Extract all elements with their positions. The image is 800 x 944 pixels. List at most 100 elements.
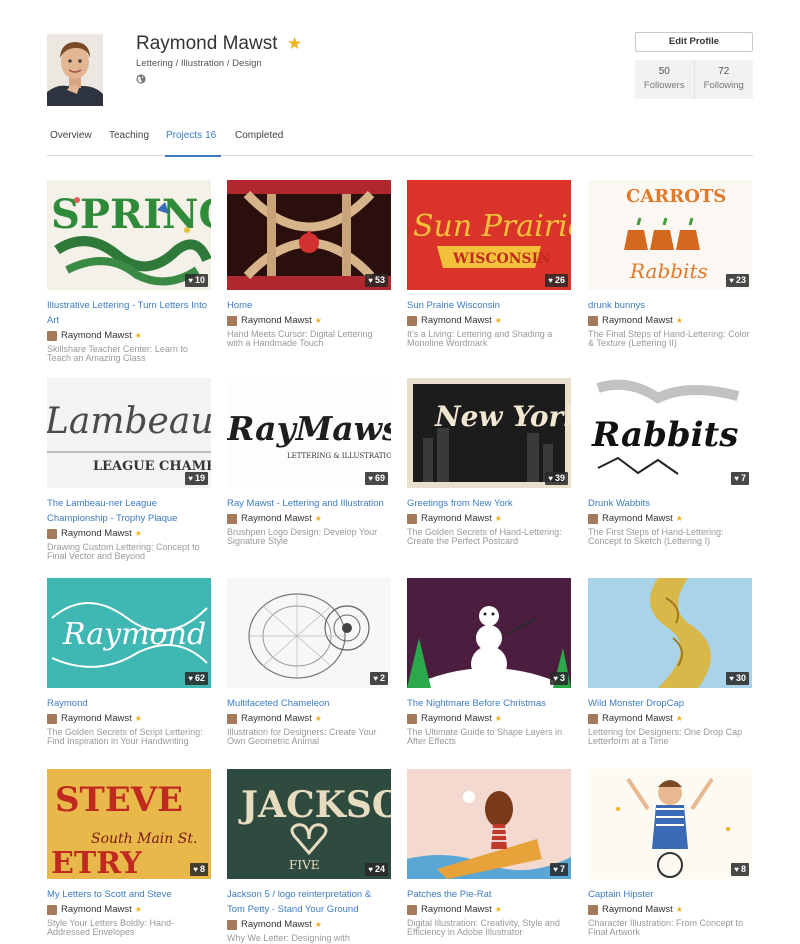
project-card[interactable]: JACKSON FIVE ♥24 Jackson 5 / logo reinte… bbox=[227, 769, 391, 943]
project-thumbnail[interactable]: New York ♥ 39 bbox=[407, 378, 571, 488]
project-title[interactable]: Patches the Pie-Rat bbox=[407, 887, 571, 902]
tab-overview[interactable]: Overview bbox=[50, 130, 92, 141]
like-count-badge[interactable]: ♥ 2 bbox=[370, 672, 388, 685]
project-card[interactable]: RayMawst LETTERING & ILLUSTRATION ♥69 Ra… bbox=[227, 378, 391, 546]
like-count-badge[interactable]: ♥ 10 bbox=[185, 274, 208, 287]
project-thumbnail[interactable]: ♥ 53 bbox=[227, 180, 391, 290]
project-card[interactable]: ♥ 8 Captain Hipster Raymond Mawst ★ Charac… bbox=[588, 769, 752, 937]
project-author[interactable]: Raymond Mawst ★ bbox=[588, 313, 752, 328]
course-title[interactable]: It's a Living: Lettering and Shading a M… bbox=[407, 330, 571, 348]
project-author[interactable]: Raymond Mawst ★ bbox=[588, 902, 752, 917]
like-count-badge[interactable]: ♥ 24 bbox=[365, 863, 388, 876]
course-title[interactable]: Why We Letter: Designing with bbox=[227, 934, 391, 943]
project-title[interactable]: The Nightmare Before Christmas bbox=[407, 696, 571, 711]
project-thumbnail[interactable]: CARROTS Rabbits ♥ 23 bbox=[588, 180, 752, 290]
project-thumbnail[interactable]: Rabbits ♥ 7 bbox=[588, 378, 752, 488]
project-title[interactable]: Illustrative Lettering - Turn Letters In… bbox=[47, 298, 211, 328]
project-author[interactable]: Raymond Mawst ★ bbox=[47, 902, 211, 917]
project-author[interactable]: Raymond Mawst ★ bbox=[588, 711, 752, 726]
project-card[interactable]: New York ♥ 39 Greetings from New York Ray… bbox=[407, 378, 571, 546]
like-count-badge[interactable]: ♥ 3 bbox=[550, 672, 568, 685]
tab-projects[interactable]: Projects 16 bbox=[166, 130, 216, 141]
course-title[interactable]: The First Steps of Hand-Lettering: Conce… bbox=[588, 528, 752, 546]
project-title[interactable]: Wild Monster DropCap bbox=[588, 696, 752, 711]
project-author[interactable]: Raymond Mawst ★ bbox=[588, 511, 752, 526]
course-title[interactable]: The Golden Secrets of Script Lettering: … bbox=[47, 728, 211, 746]
course-title[interactable]: Digital Illustration: Creativity, Style … bbox=[407, 919, 571, 937]
course-title[interactable]: Character Illustration: From Concept to … bbox=[588, 919, 752, 937]
project-card[interactable]: Rabbits ♥ 7 Drunk Wabbits Raymond Mawst ★ … bbox=[588, 378, 752, 546]
project-title[interactable]: Jackson 5 / logo reinterpretation & Tom … bbox=[227, 887, 391, 917]
project-thumbnail[interactable]: STEVE South Main St. ETRY ♥ 8 bbox=[47, 769, 211, 879]
project-title[interactable]: Raymond bbox=[47, 696, 211, 711]
course-title[interactable]: The Golden Secrets of Hand-Lettering: Cr… bbox=[407, 528, 571, 546]
project-title[interactable]: My Letters to Scott and Steve bbox=[47, 887, 211, 902]
like-count-badge[interactable]: ♥ 7 bbox=[731, 472, 749, 485]
project-card[interactable]: ♥ 7 Patches the Pie-Rat Raymond Mawst ★ Di… bbox=[407, 769, 571, 937]
project-title[interactable]: Greetings from New York bbox=[407, 496, 571, 511]
project-thumbnail[interactable]: ♥ 8 bbox=[588, 769, 752, 879]
project-card[interactable]: Sun Prairie WISCONSIN ♥ 26 Sun Prairie Wi… bbox=[407, 180, 571, 348]
like-count-badge[interactable]: ♥ 8 bbox=[190, 863, 208, 876]
project-card[interactable]: SPRING ♥10 Illustrative Lettering - Turn… bbox=[47, 180, 211, 363]
tab-completed[interactable]: Completed bbox=[235, 130, 283, 141]
project-card[interactable]: CARROTS Rabbits ♥ 23 drunk bunnys Raymond… bbox=[588, 180, 752, 348]
course-title[interactable]: The Final Steps of Hand-Lettering: Color… bbox=[588, 330, 752, 348]
course-title[interactable]: Hand Meets Cursor: Digital Lettering wit… bbox=[227, 330, 391, 348]
followers-stat[interactable]: 50 Followers bbox=[635, 60, 694, 99]
project-thumbnail[interactable]: ♥ 30 bbox=[588, 578, 752, 688]
project-author[interactable]: Raymond Mawst ★ bbox=[227, 511, 391, 526]
project-card[interactable]: STEVE South Main St. ETRY ♥ 8 My Letters … bbox=[47, 769, 211, 937]
like-count-badge[interactable]: ♥ 53 bbox=[365, 274, 388, 287]
like-count-badge[interactable]: ♥ 7 bbox=[550, 863, 568, 876]
project-author[interactable]: Raymond Mawst ★ bbox=[47, 526, 211, 541]
project-thumbnail[interactable]: ♥ 7 bbox=[407, 769, 571, 879]
project-card[interactable]: ♥ 53 Home Raymond Mawst ★ Hand Meets Curso… bbox=[227, 180, 391, 348]
like-count-badge[interactable]: ♥ 19 bbox=[185, 472, 208, 485]
project-thumbnail[interactable]: RayMawst LETTERING & ILLUSTRATION ♥69 bbox=[227, 378, 391, 488]
like-count-badge[interactable]: ♥ 23 bbox=[726, 274, 749, 287]
project-thumbnail[interactable]: SPRING ♥10 bbox=[47, 180, 211, 290]
project-thumbnail[interactable]: Lambeaune LEAGUE CHAMPIO ♥19 bbox=[47, 378, 211, 488]
course-title[interactable]: Skillshare Teacher Center: Learn to Teac… bbox=[47, 345, 211, 363]
project-author[interactable]: Raymond Mawst ★ bbox=[407, 711, 571, 726]
project-title[interactable]: Captain Hipster bbox=[588, 887, 752, 902]
course-title[interactable]: Brushpen Logo Design: Develop Your Signa… bbox=[227, 528, 391, 546]
project-author[interactable]: Raymond Mawst ★ bbox=[47, 328, 211, 343]
project-title[interactable]: Ray Mawst - Lettering and Illustration bbox=[227, 496, 391, 511]
project-author[interactable]: Raymond Mawst ★ bbox=[407, 313, 571, 328]
project-author[interactable]: Raymond Mawst ★ bbox=[227, 711, 391, 726]
project-thumbnail[interactable]: ♥ 2 bbox=[227, 578, 391, 688]
like-count-badge[interactable]: ♥ 30 bbox=[726, 672, 749, 685]
course-title[interactable]: Drawing Custom Lettering: Concept to Fin… bbox=[47, 543, 211, 561]
project-title[interactable]: Multifaceted Chameleon bbox=[227, 696, 391, 711]
project-author[interactable]: Raymond Mawst ★ bbox=[407, 902, 571, 917]
project-title[interactable]: Drunk Wabbits bbox=[588, 496, 752, 511]
project-title[interactable]: drunk bunnys bbox=[588, 298, 752, 313]
project-thumbnail[interactable]: Sun Prairie WISCONSIN ♥ 26 bbox=[407, 180, 571, 290]
project-card[interactable]: ♥ 2 Multifaceted Chameleon Raymond Mawst ★… bbox=[227, 578, 391, 746]
project-author[interactable]: Raymond Mawst ★ bbox=[227, 917, 391, 932]
course-title[interactable]: Style Your Letters Boldly: Hand-Addresse… bbox=[47, 919, 211, 937]
like-count-badge[interactable]: ♥ 39 bbox=[545, 472, 568, 485]
project-card[interactable]: ♥ 3 The Nightmare Before Christmas Raymon… bbox=[407, 578, 571, 746]
project-title[interactable]: The Lambeau-ner League Championship - Tr… bbox=[47, 496, 211, 526]
project-title[interactable]: Sun Prairie Wisconsin bbox=[407, 298, 571, 313]
like-count-badge[interactable]: ♥ 8 bbox=[731, 863, 749, 876]
project-thumbnail[interactable]: Raymond ♥ 62 bbox=[47, 578, 211, 688]
course-title[interactable]: Illustration for Designers: Create Your … bbox=[227, 728, 391, 746]
project-thumbnail[interactable]: ♥ 3 bbox=[407, 578, 571, 688]
course-title[interactable]: Lettering for Designers: One Drop Cap Le… bbox=[588, 728, 752, 746]
tab-teaching[interactable]: Teaching bbox=[109, 130, 149, 141]
like-count-badge[interactable]: ♥ 26 bbox=[545, 274, 568, 287]
project-card[interactable]: Raymond ♥ 62 Raymond Raymond Mawst ★ The G… bbox=[47, 578, 211, 746]
project-title[interactable]: Home bbox=[227, 298, 391, 313]
like-count-badge[interactable]: ♥ 69 bbox=[365, 472, 388, 485]
project-author[interactable]: Raymond Mawst ★ bbox=[227, 313, 391, 328]
like-count-badge[interactable]: ♥ 62 bbox=[185, 672, 208, 685]
globe-icon[interactable] bbox=[136, 74, 146, 84]
project-card[interactable]: ♥ 30 Wild Monster DropCap Raymond Mawst ★ … bbox=[588, 578, 752, 746]
edit-profile-button[interactable]: Edit Profile bbox=[635, 32, 753, 52]
course-title[interactable]: The Ultimate Guide to Shape Layers in Af… bbox=[407, 728, 571, 746]
project-author[interactable]: Raymond Mawst ★ bbox=[47, 711, 211, 726]
